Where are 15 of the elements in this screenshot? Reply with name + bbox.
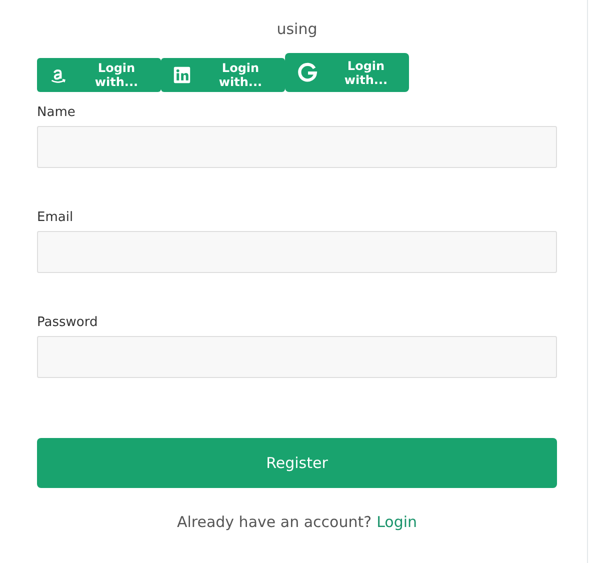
social-login-button[interactable]: Login with...	[161, 58, 285, 92]
using-text: using	[276, 19, 318, 40]
login-link[interactable]: Login	[376, 513, 418, 531]
register-button[interactable]: Register	[37, 438, 557, 488]
field-label: Email	[37, 210, 74, 225]
input-field[interactable]	[37, 336, 557, 378]
social-login-button[interactable]: Login with...	[37, 58, 161, 92]
account-prompt: Already have an account?	[176, 513, 372, 531]
social-login-button[interactable]: Login with...	[285, 53, 409, 92]
input-field[interactable]	[37, 231, 557, 273]
input-field[interactable]	[37, 126, 557, 168]
linkedin-icon	[173, 66, 191, 84]
field-label: Password	[37, 315, 99, 330]
field-label: Name	[37, 105, 76, 120]
google-icon	[297, 62, 318, 83]
